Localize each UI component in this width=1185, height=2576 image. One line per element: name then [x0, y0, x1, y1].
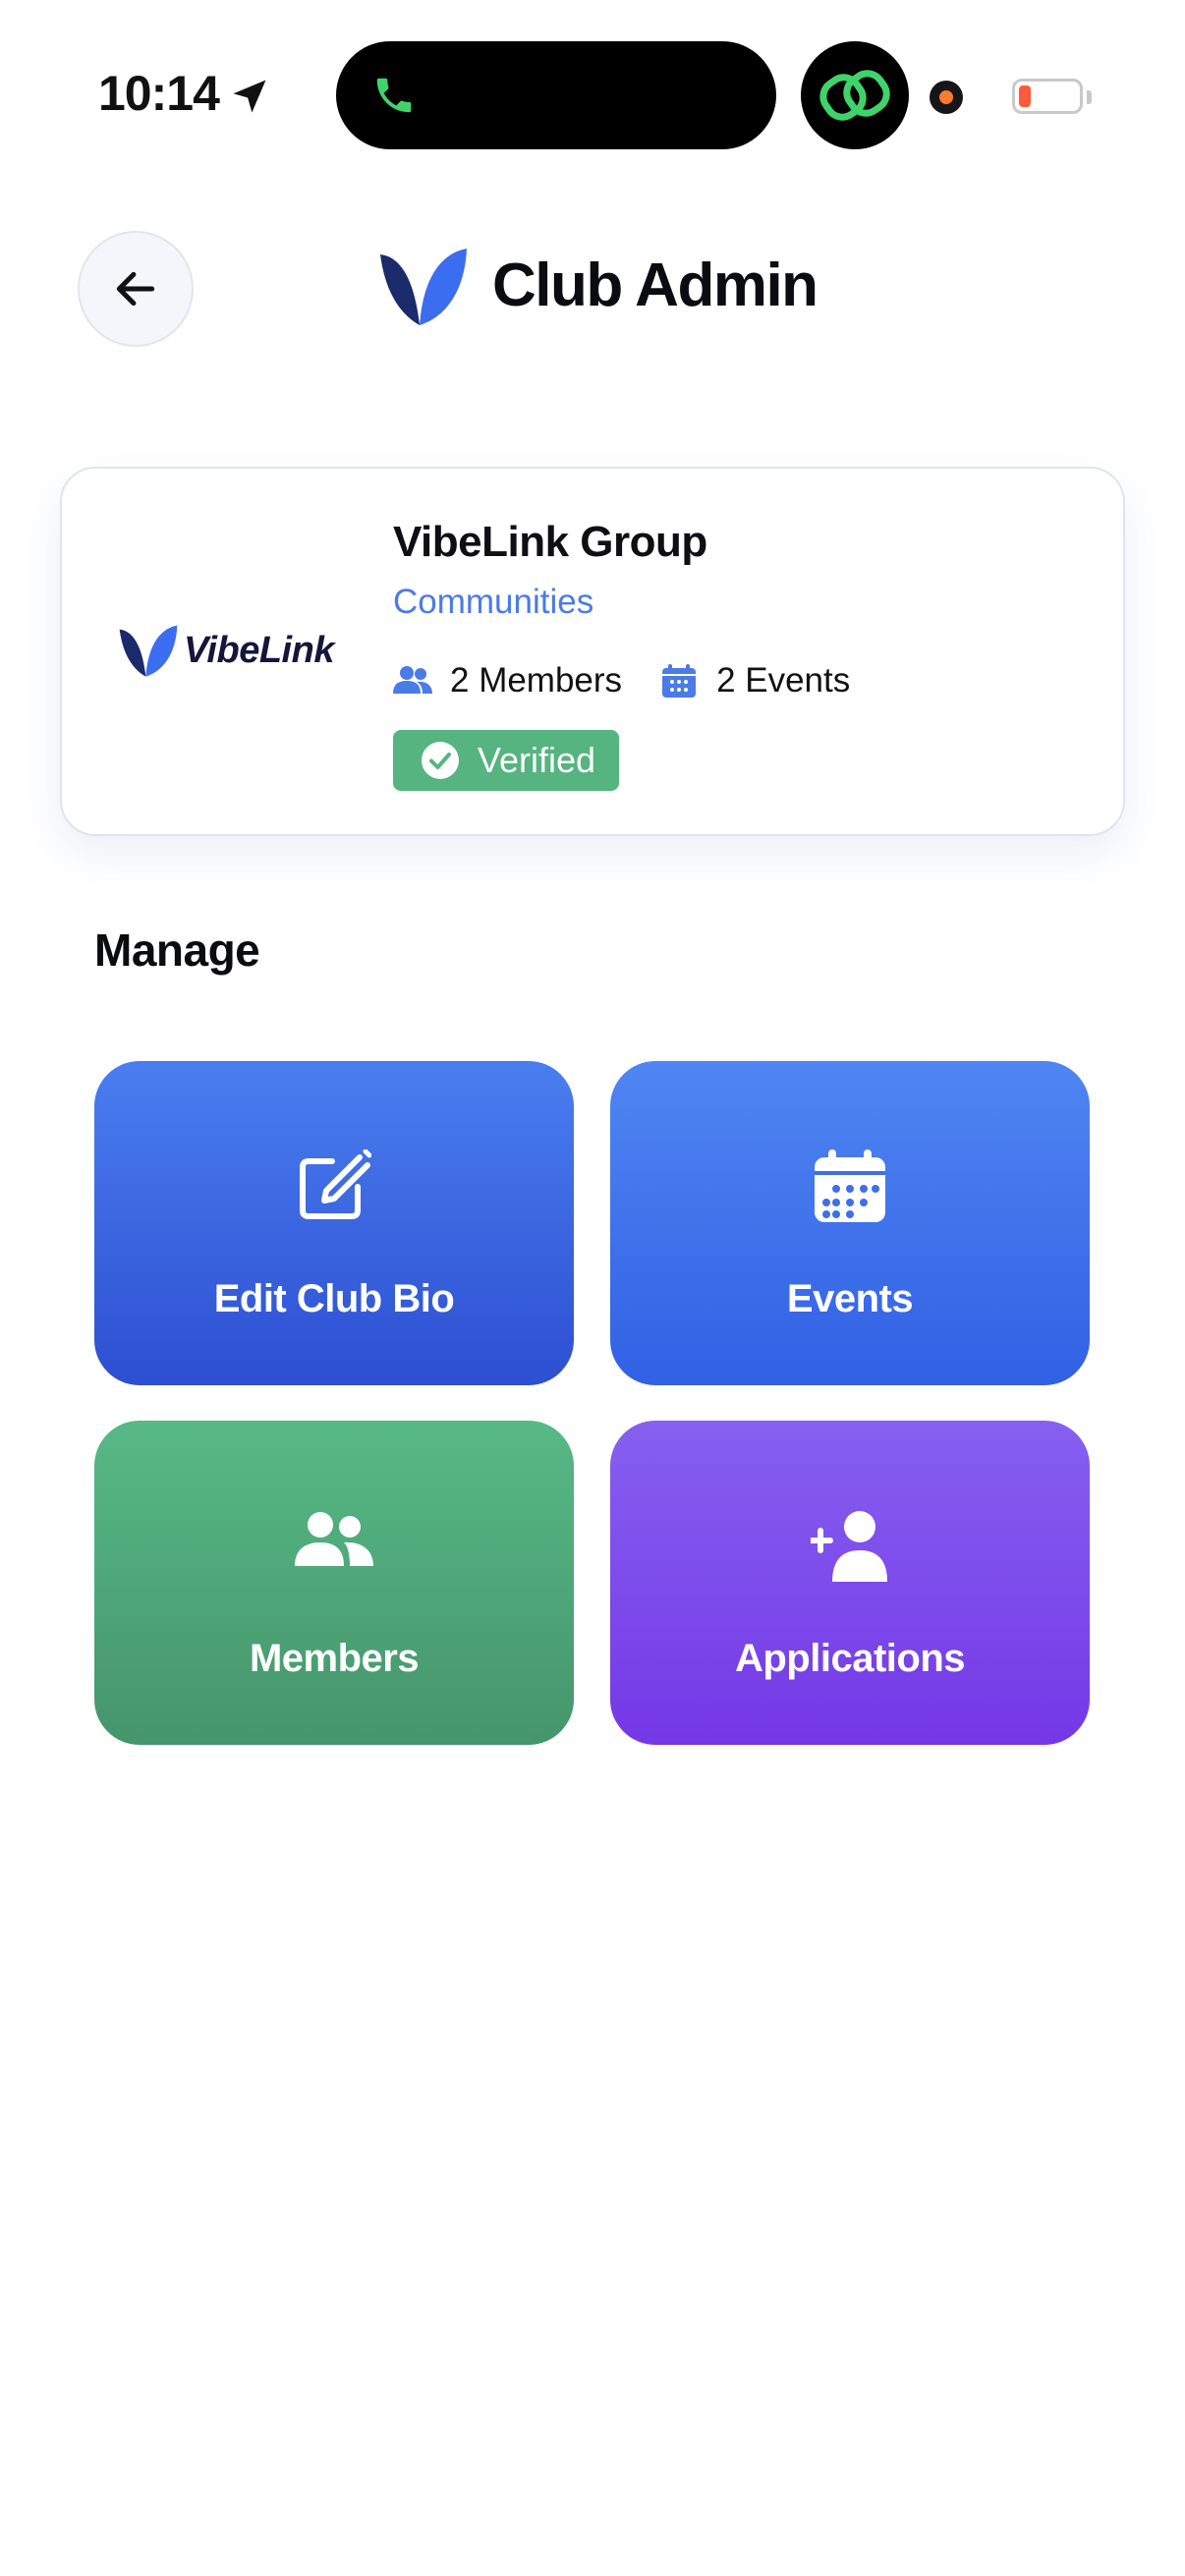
calendar-icon — [815, 1149, 885, 1222]
edit-club-bio-label: Edit Club Bio — [213, 1277, 455, 1320]
link-icon — [819, 70, 890, 121]
edit-icon — [300, 1149, 371, 1219]
verified-label: Verified — [478, 740, 596, 780]
club-summary-card[interactable]: VibeLink VibeLink Group Communities 2 Me… — [60, 467, 1125, 836]
members-button[interactable]: Members — [94, 1421, 574, 1745]
events-count: 2 Events — [659, 661, 850, 700]
vibelink-logo-mark-icon — [119, 625, 178, 677]
people-icon — [295, 1512, 373, 1566]
edit-club-bio-button[interactable]: Edit Club Bio — [94, 1061, 574, 1385]
people-icon — [393, 666, 432, 694]
link-activity-bubble[interactable] — [801, 41, 909, 149]
club-logo-text: VibeLink — [184, 629, 334, 671]
status-time: 10:14 — [98, 66, 220, 121]
calendar-icon — [662, 664, 697, 698]
vibelink-logo-icon — [380, 249, 467, 325]
club-logo: VibeLink — [117, 616, 343, 685]
add-user-icon — [811, 1511, 887, 1582]
members-label: Members — [249, 1637, 420, 1680]
recording-indicator — [930, 81, 963, 114]
members-count: 2 Members — [393, 661, 622, 700]
location-arrow-icon — [233, 80, 266, 113]
events-label: Events — [786, 1277, 914, 1320]
check-circle-icon — [422, 742, 459, 779]
applications-button[interactable]: Applications — [610, 1421, 1090, 1745]
phone-call-icon — [376, 78, 412, 113]
club-category[interactable]: Communities — [393, 583, 593, 622]
verified-badge: Verified — [393, 730, 619, 791]
events-button[interactable]: Events — [610, 1061, 1090, 1385]
club-name: VibeLink Group — [393, 518, 707, 566]
back-button[interactable] — [78, 231, 194, 347]
dynamic-island[interactable] — [336, 41, 776, 149]
status-bar: 10:14 — [0, 0, 1185, 196]
events-count-label: 2 Events — [716, 661, 851, 700]
manage-section-title: Manage — [94, 924, 260, 976]
page-title: Club Admin — [492, 252, 818, 319]
club-stats: 2 Members 2 Events — [393, 659, 850, 702]
members-count-label: 2 Members — [450, 661, 623, 700]
applications-label: Applications — [734, 1637, 966, 1680]
arrow-left-icon — [116, 271, 155, 307]
battery-icon — [1012, 79, 1092, 114]
